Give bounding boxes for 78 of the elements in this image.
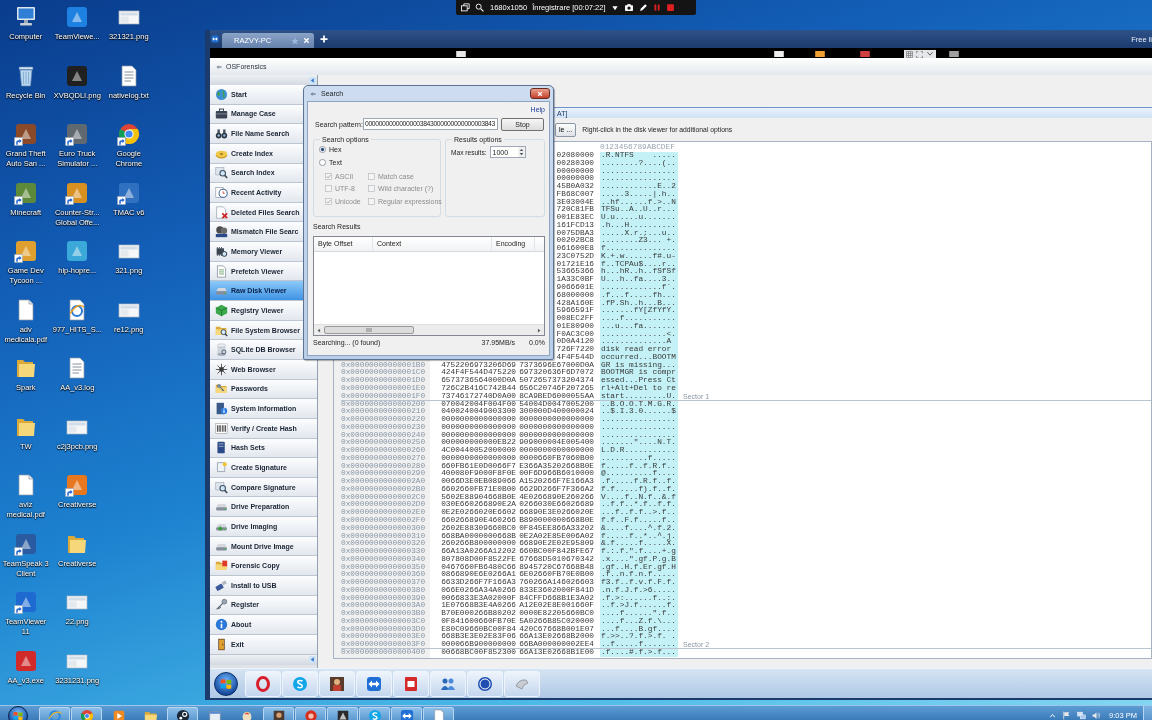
circle-icon xyxy=(477,675,493,692)
app-tile-icon xyxy=(335,708,350,720)
radio-button[interactable] xyxy=(319,146,326,153)
app-tile-icon[interactable] xyxy=(13,648,38,673)
close-icon[interactable] xyxy=(303,37,310,44)
circle-segments-icon xyxy=(79,708,94,720)
arrows-tile-icon xyxy=(366,675,382,692)
star-icon[interactable] xyxy=(291,36,299,45)
cube-icon xyxy=(215,303,228,317)
play-icon xyxy=(111,708,126,720)
windows-logo-icon xyxy=(12,709,24,720)
pencil-icon[interactable] xyxy=(638,3,648,12)
magnifier-icon xyxy=(215,480,228,494)
scroll-arrow-icon[interactable] xyxy=(309,76,316,84)
scrollbar[interactable] xyxy=(314,324,544,335)
globe-icon xyxy=(215,87,228,101)
caret-down-icon[interactable] xyxy=(610,4,619,11)
plus-icon[interactable] xyxy=(320,35,328,43)
app-tile-icon[interactable] xyxy=(65,5,90,29)
computer-info-icon xyxy=(215,402,228,416)
stop-icon[interactable] xyxy=(665,3,675,12)
app-tile-icon xyxy=(329,675,345,692)
taskbar-button[interactable] xyxy=(327,706,358,720)
scroll-arrow-icon[interactable] xyxy=(309,656,316,664)
windows-icon[interactable] xyxy=(461,3,470,12)
taskbar-button[interactable] xyxy=(167,706,198,720)
grid-icon[interactable] xyxy=(906,50,913,58)
usb-icon xyxy=(215,578,228,592)
start-button[interactable] xyxy=(214,671,238,696)
barcode-icon xyxy=(215,421,228,435)
server-icon xyxy=(215,441,228,455)
mask-icon xyxy=(215,225,228,239)
windows-logo-icon xyxy=(219,676,233,691)
key-icon xyxy=(215,598,228,612)
folder-icon xyxy=(215,559,228,573)
expand-icon[interactable] xyxy=(916,50,923,58)
arrows-tile-icon[interactable] xyxy=(211,35,219,43)
document-tile-icon xyxy=(403,675,419,692)
network-icon[interactable] xyxy=(1077,711,1087,720)
arrows-tile-icon xyxy=(399,708,414,720)
chevron-down-icon[interactable] xyxy=(926,51,934,57)
document-x-icon xyxy=(215,205,228,219)
document-icon xyxy=(215,264,228,278)
folder-key-icon xyxy=(215,382,228,396)
speaker-icon[interactable] xyxy=(1092,711,1102,720)
chevron-up-icon[interactable] xyxy=(1049,712,1057,719)
spider-icon xyxy=(215,362,228,376)
door-icon xyxy=(215,637,228,651)
flag-icon[interactable] xyxy=(1062,711,1072,720)
info-icon xyxy=(215,618,228,632)
close-icon xyxy=(537,90,543,97)
magnifier-icon xyxy=(215,166,228,180)
start-button[interactable] xyxy=(8,705,28,720)
database-icon xyxy=(215,343,228,357)
app-tile-icon xyxy=(271,708,286,720)
circle-icon xyxy=(292,675,308,692)
camera-icon[interactable] xyxy=(623,3,634,12)
spin-arrows-icon[interactable] xyxy=(517,147,525,157)
radio-button[interactable] xyxy=(319,159,326,166)
app-tile-icon[interactable] xyxy=(65,63,90,88)
binoculars-icon xyxy=(215,127,228,141)
ring-icon xyxy=(47,708,62,720)
close-button[interactable] xyxy=(530,88,550,99)
document-icon xyxy=(431,708,446,720)
briefcase-icon xyxy=(215,107,228,121)
arrow-icon xyxy=(215,63,223,70)
scroll-right-icon[interactable] xyxy=(536,326,542,334)
pause-icon[interactable] xyxy=(652,3,661,12)
chip-icon xyxy=(215,244,228,258)
clock-icon xyxy=(215,186,228,199)
magnifier-icon[interactable] xyxy=(475,3,484,12)
document-icon xyxy=(215,461,228,474)
app-tile-icon[interactable] xyxy=(65,239,90,263)
taskbar-button[interactable] xyxy=(263,706,294,720)
ring-icon xyxy=(255,675,271,692)
scrollbar-thumb[interactable] xyxy=(324,326,414,334)
window-icon xyxy=(207,708,222,720)
arrow-icon xyxy=(309,90,317,97)
